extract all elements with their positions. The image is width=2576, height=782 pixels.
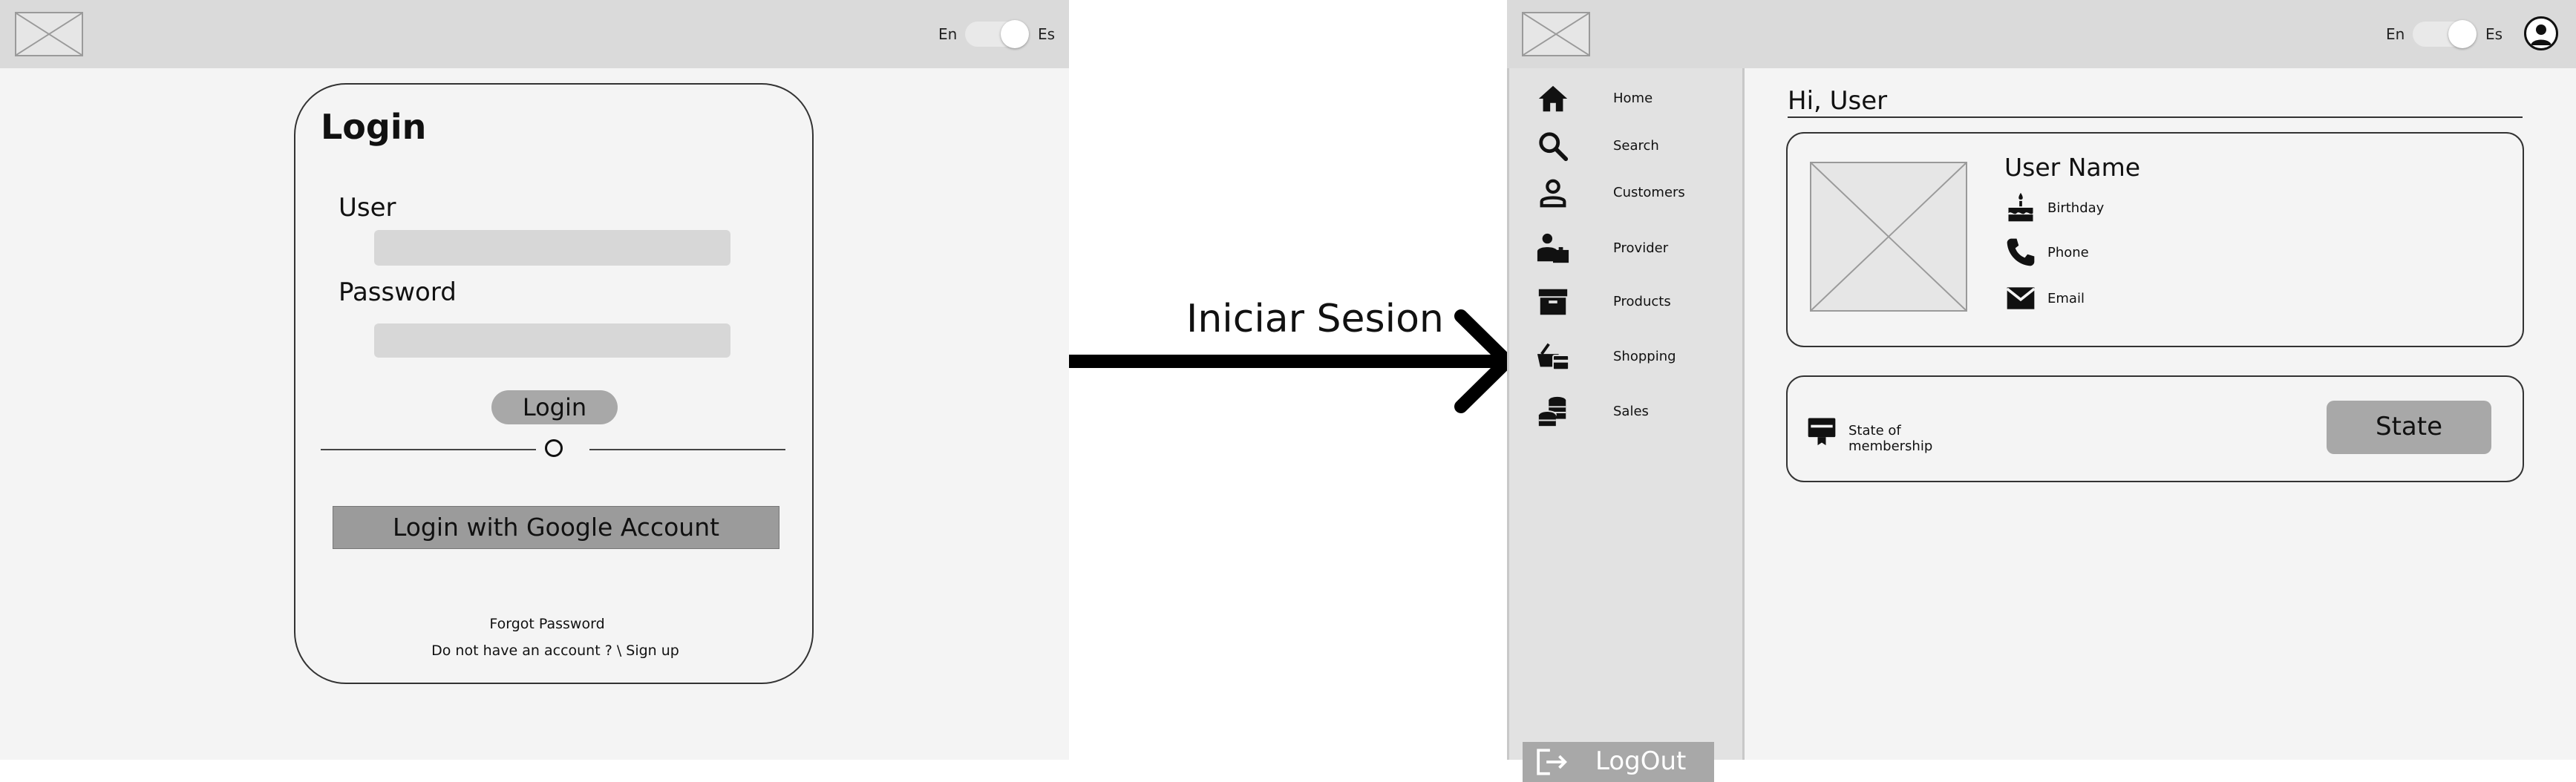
greeting-underline bbox=[1788, 116, 2523, 118]
toggle-knob bbox=[1001, 20, 1029, 48]
person-icon bbox=[1540, 179, 1566, 208]
sidebar-item-label: Home bbox=[1613, 91, 1653, 106]
sidebar-item-shopping[interactable]: Shopping bbox=[1536, 340, 1736, 377]
home-icon bbox=[1538, 85, 1568, 112]
state-button[interactable]: State bbox=[2327, 401, 2491, 454]
divider-right bbox=[589, 449, 785, 450]
dashboard-screen: En Es Home Search Customers Provider Pro bbox=[1507, 0, 2576, 782]
coins-icon bbox=[1537, 396, 1566, 427]
password-label: Password bbox=[339, 277, 457, 307]
logout-icon bbox=[1537, 749, 1567, 775]
greeting-title: Hi, User bbox=[1788, 86, 1888, 116]
login-button[interactable]: Login bbox=[491, 390, 618, 424]
toggle-knob bbox=[2448, 20, 2477, 48]
logo-image-placeholder-icon bbox=[1522, 12, 1590, 56]
provider-icon bbox=[1537, 233, 1569, 263]
divider-circle-icon bbox=[545, 439, 563, 457]
password-input[interactable] bbox=[374, 323, 730, 358]
sidebar-item-label: Customers bbox=[1613, 185, 1685, 200]
sidebar-item-label: Provider bbox=[1613, 240, 1669, 256]
logout-button[interactable]: LogOut bbox=[1523, 742, 1714, 782]
sidebar-item-products[interactable]: Products bbox=[1536, 285, 1736, 322]
sidebar-item-label: Search bbox=[1613, 138, 1659, 154]
login-title: Login bbox=[321, 107, 427, 147]
lang-es-label: Es bbox=[1038, 25, 1056, 43]
search-icon bbox=[1539, 132, 1569, 162]
login-card: Login User Password Login Login with Goo… bbox=[294, 83, 814, 684]
transition-arrow-icon bbox=[1069, 309, 1514, 413]
language-toggle[interactable] bbox=[2413, 20, 2477, 48]
sidebar-item-home[interactable]: Home bbox=[1536, 82, 1736, 119]
top-bar bbox=[0, 0, 1069, 68]
sidebar-item-provider[interactable]: Provider bbox=[1536, 231, 1736, 269]
membership-card-icon bbox=[1808, 418, 1836, 446]
sidebar-item-search[interactable]: Search bbox=[1536, 129, 1736, 166]
language-toggle[interactable] bbox=[965, 20, 1029, 48]
shopping-basket-icon bbox=[1537, 343, 1570, 371]
phone-label: Phone bbox=[2047, 245, 2089, 260]
sidebar-item-label: Products bbox=[1613, 294, 1671, 309]
mail-icon bbox=[2006, 287, 2036, 309]
lang-es-label: Es bbox=[2485, 25, 2503, 43]
lang-en-label: En bbox=[2386, 25, 2405, 43]
membership-label: State of membership bbox=[1848, 423, 1933, 454]
login-screen: En Es Login User Password Login Login wi… bbox=[0, 0, 1069, 760]
sidebar-item-customers[interactable]: Customers bbox=[1536, 176, 1736, 213]
profile-photo-placeholder-icon bbox=[1810, 162, 1967, 312]
sidebar-item-label: Shopping bbox=[1613, 349, 1676, 364]
user-avatar-icon[interactable] bbox=[2524, 16, 2558, 50]
user-input[interactable] bbox=[374, 230, 730, 266]
logout-label: LogOut bbox=[1595, 746, 1687, 776]
archive-box-icon bbox=[1538, 289, 1568, 315]
user-label: User bbox=[339, 193, 396, 223]
email-label: Email bbox=[2047, 291, 2085, 306]
sidebar-item-sales[interactable]: Sales bbox=[1536, 395, 1736, 432]
logo-image-placeholder-icon bbox=[15, 12, 83, 56]
profile-name: User Name bbox=[2004, 153, 2141, 182]
divider-left bbox=[321, 449, 536, 450]
sidebar-item-label: Sales bbox=[1613, 404, 1649, 419]
signup-link[interactable]: Do not have an account ? \ Sign up bbox=[295, 643, 815, 659]
phone-icon bbox=[2007, 238, 2035, 266]
profile-card: User Name Birthday Phone Email bbox=[1786, 132, 2524, 347]
sidebar: Home Search Customers Provider Products … bbox=[1507, 68, 1745, 782]
birthday-cake-icon bbox=[2008, 192, 2033, 222]
birthday-label: Birthday bbox=[2047, 200, 2105, 216]
google-login-button[interactable]: Login with Google Account bbox=[333, 506, 779, 549]
lang-en-label: En bbox=[938, 25, 958, 43]
membership-card: State of membership State bbox=[1786, 375, 2524, 482]
forgot-password-link[interactable]: Forgot Password bbox=[295, 616, 799, 632]
